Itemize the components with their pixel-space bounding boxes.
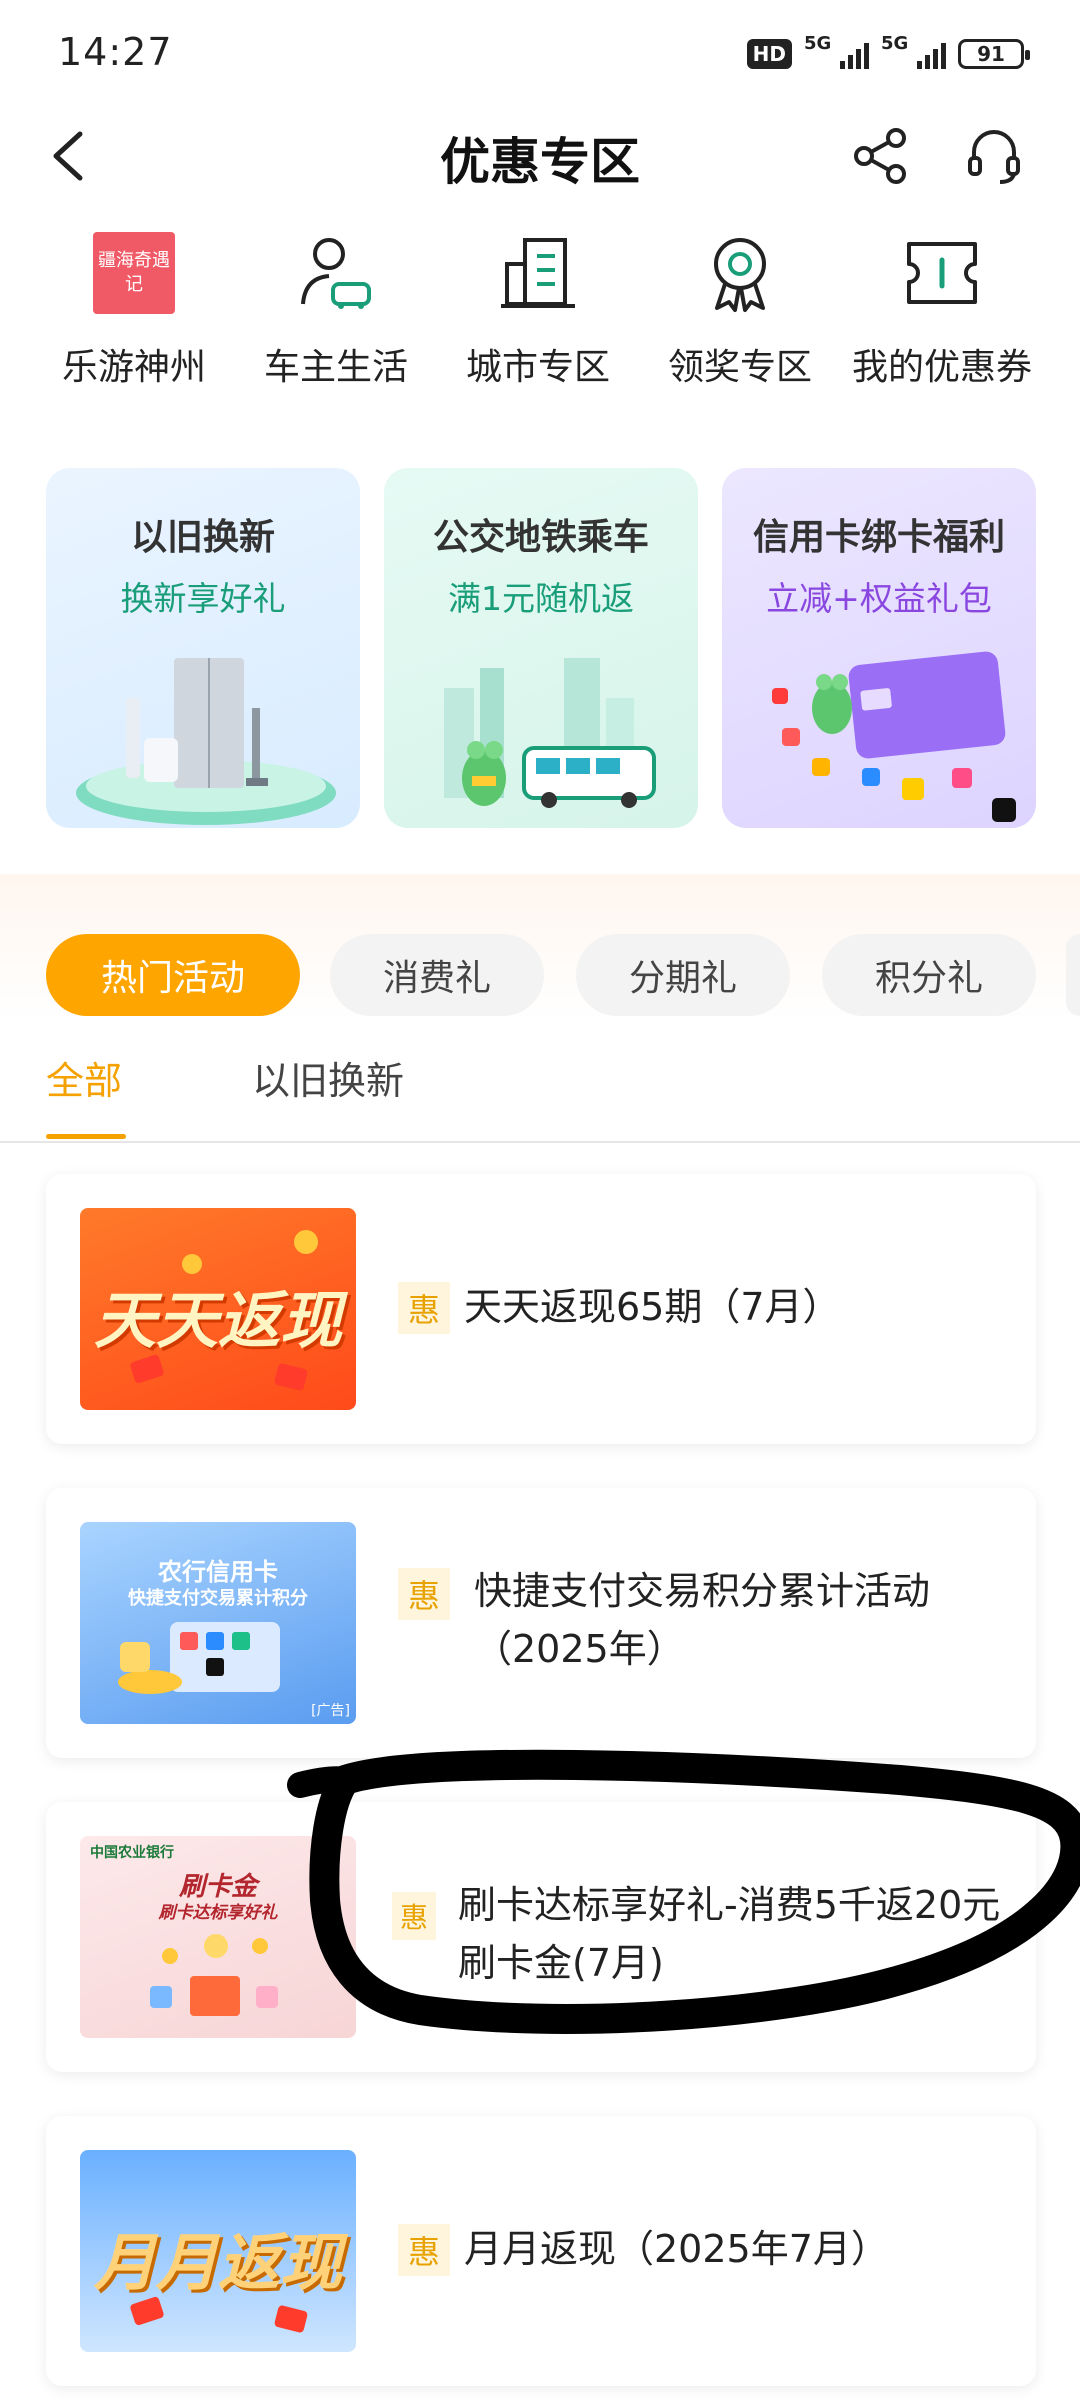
quick-nav-car-owner[interactable]: 车主生活 [236, 230, 436, 390]
quick-nav-city[interactable]: 城市专区 [438, 230, 638, 390]
subtab-all[interactable]: 全部 [46, 1050, 122, 1105]
ad-tag: [广告] [311, 1703, 350, 1719]
appliances-illustration [76, 658, 336, 825]
banner-transit[interactable]: 公交地铁乘车 满1元随机返 [384, 468, 698, 828]
banner-title: 公交地铁乘车 [432, 517, 649, 558]
discount-badge: 惠 [398, 1568, 450, 1620]
status-indicators: HD 5G 5G 91 [746, 33, 1030, 74]
activity-title: 天天返现65期（7月） [464, 1285, 841, 1329]
activity-title: 快捷支付交易积分累计活动（2025年） [474, 1569, 931, 1671]
top-app-bar: 优惠专区 [0, 110, 1080, 200]
chip-points-gift[interactable]: 积分礼 [822, 934, 1036, 1016]
activity-card[interactable]: 月月返现 惠 月月返现（2025年7月） [46, 2116, 1036, 2386]
share-icon[interactable] [850, 126, 910, 186]
award-medal-icon [714, 238, 766, 312]
gift-illustration [150, 1934, 278, 2016]
city-bus-illustration [444, 658, 656, 808]
car-owner-icon [301, 238, 371, 309]
discount-badge: 惠 [392, 1892, 436, 1940]
discount-badge: 惠 [398, 2224, 450, 2276]
activity-card[interactable]: 农行信用卡 快捷支付交易累计积分 [广告] 惠 快捷支付交易积分累计活动（202… [46, 1488, 1036, 1758]
banner-subtitle: 满1元随机返 [448, 579, 634, 618]
quick-nav-travel[interactable]: 疆海奇遇记 乐游神州 [34, 230, 234, 390]
activity-thumbnail: 月月返现 [80, 2150, 356, 2352]
signal-icon-2: 5G [881, 33, 946, 69]
banner-title: 信用卡绑卡福利 [752, 517, 1005, 558]
quick-nav-award[interactable]: 领奖专区 [640, 230, 840, 390]
quick-nav-label: 乐游神州 [61, 347, 206, 388]
quick-nav-label: 车主生活 [263, 347, 408, 388]
quick-nav: 疆海奇遇记 乐游神州 车主生活 城市专区 领奖专区 我的优惠券 [0, 230, 1080, 400]
chip-hot-activities[interactable]: 热门活动 [46, 934, 300, 1016]
activity-thumbnail: 农行信用卡 快捷支付交易累计积分 [广告] [80, 1522, 356, 1724]
banner-trade-in[interactable]: 以旧换新 换新享好礼 [46, 468, 360, 828]
coupon-icon [907, 242, 977, 304]
banner-title: 以旧换新 [130, 517, 275, 558]
status-bar: 14:27 HD 5G 5G 91 [0, 0, 1080, 100]
divider [0, 1141, 1080, 1143]
chip-spending-gift[interactable]: 消费礼 [330, 934, 544, 1016]
travel-logo-text: 疆海奇遇记 [93, 232, 175, 314]
headset-icon[interactable] [962, 124, 1026, 188]
signal-icon: 5G [804, 33, 869, 69]
hd-voice-icon: HD [746, 39, 792, 69]
banner-subtitle: 换新享好礼 [120, 579, 286, 618]
travel-logo-icon: 疆海奇遇记 [91, 230, 177, 316]
red-envelope-icon [130, 2296, 308, 2333]
quick-nav-label: 领奖专区 [667, 347, 812, 388]
status-time: 14:27 [58, 30, 173, 74]
credit-card-illustration [772, 651, 1016, 822]
points-illustration [118, 1622, 280, 1694]
page-title: 优惠专区 [440, 133, 640, 191]
banner-credit-card[interactable]: 信用卡绑卡福利 立减+权益礼包 [722, 468, 1036, 828]
battery-icon: 91 [958, 39, 1030, 69]
quick-nav-coupon[interactable]: 我的优惠券 [842, 230, 1042, 390]
activity-title: 月月返现（2025年7月） [464, 2227, 889, 2271]
chip-overflow [1066, 934, 1080, 1016]
chip-installment-gift[interactable]: 分期礼 [576, 934, 790, 1016]
coin-icon [130, 1230, 318, 1391]
activity-thumbnail: 中国农业银行 刷卡金 刷卡达标享好礼 [80, 1836, 356, 2038]
discount-badge: 惠 [398, 1282, 450, 1334]
activity-card[interactable]: 中国农业银行 刷卡金 刷卡达标享好礼 惠 刷卡达标享好礼-消费5千返20元刷卡金… [46, 1802, 1036, 2072]
banner-subtitle: 立减+权益礼包 [766, 579, 992, 618]
subtab-indicator [46, 1134, 126, 1139]
activity-card[interactable]: 天天返现 惠 天天返现65期（7月） [46, 1174, 1036, 1444]
activity-title: 刷卡达标享好礼-消费5千返20元刷卡金(7月) [458, 1883, 1001, 1985]
activity-thumbnail: 天天返现 [80, 1208, 356, 1410]
quick-nav-label: 城市专区 [465, 347, 610, 388]
subtab-trade-in[interactable]: 以旧换新 [252, 1050, 404, 1105]
quick-nav-label: 我的优惠券 [851, 347, 1032, 388]
city-building-icon [501, 238, 575, 308]
